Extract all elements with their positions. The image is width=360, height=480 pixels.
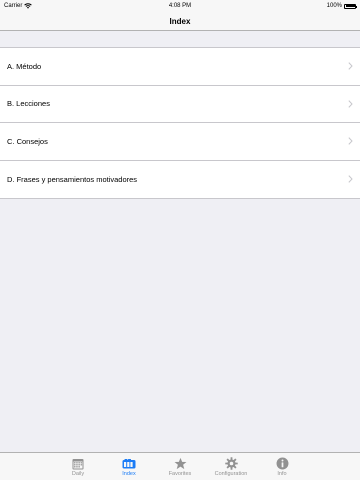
wifi-icon (24, 3, 33, 9)
app-screen: Carrier 4:08 PM 100% Index A. Método B. … (0, 0, 360, 480)
tab-label: Daily (71, 471, 85, 477)
tab-label: Index (122, 471, 136, 477)
calendar-icon (71, 457, 85, 470)
list-item-lecciones[interactable]: B. Lecciones (0, 86, 360, 123)
tab-info[interactable]: Info (257, 453, 308, 480)
status-left: Carrier (4, 3, 33, 9)
index-icon (122, 457, 136, 470)
list-item-label: D. Frases y pensamientos motivadores (7, 174, 138, 184)
list-item-label: C. Consejos (7, 136, 48, 146)
tab-label: Info (277, 471, 287, 477)
list-item-label: A. Método (7, 61, 42, 71)
battery-percent: 100% (326, 3, 342, 9)
gear-icon (224, 457, 238, 470)
tab-label: Favorites (168, 471, 192, 477)
list-item-frases[interactable]: D. Frases y pensamientos motivadores (0, 161, 360, 199)
list-item-label: B. Lecciones (7, 99, 50, 109)
tab-label: Configuration (214, 471, 248, 477)
chevron-right-icon (348, 137, 353, 145)
star-icon (173, 457, 187, 470)
battery-tip (355, 5, 357, 8)
tab-daily[interactable]: Daily (53, 453, 104, 480)
tab-index[interactable]: Index (104, 453, 155, 480)
tab-list: Daily Index Favorites Configuration Info (53, 453, 308, 480)
info-icon (275, 457, 289, 470)
tab-bar: Daily Index Favorites Configuration Info (0, 452, 360, 480)
chevron-right-icon (348, 62, 353, 70)
carrier-label: Carrier (4, 3, 23, 9)
tab-favorites[interactable]: Favorites (155, 453, 206, 480)
tab-configuration[interactable]: Configuration (206, 453, 257, 480)
list-item-metodo[interactable]: A. Método (0, 48, 360, 86)
status-bar: Carrier 4:08 PM 100% (0, 0, 360, 12)
chevron-right-icon (348, 175, 353, 183)
page-title: Index (169, 16, 191, 26)
navigation-bar: Index (0, 12, 360, 31)
index-list: A. Método B. Lecciones C. Consejos D. Fr… (0, 47, 360, 199)
battery-fill (345, 5, 355, 7)
chevron-right-icon (348, 100, 353, 108)
battery-icon (344, 3, 357, 9)
list-item-consejos[interactable]: C. Consejos (0, 123, 360, 161)
status-time: 4:08 PM (168, 3, 192, 9)
status-right: 100% (326, 3, 357, 9)
